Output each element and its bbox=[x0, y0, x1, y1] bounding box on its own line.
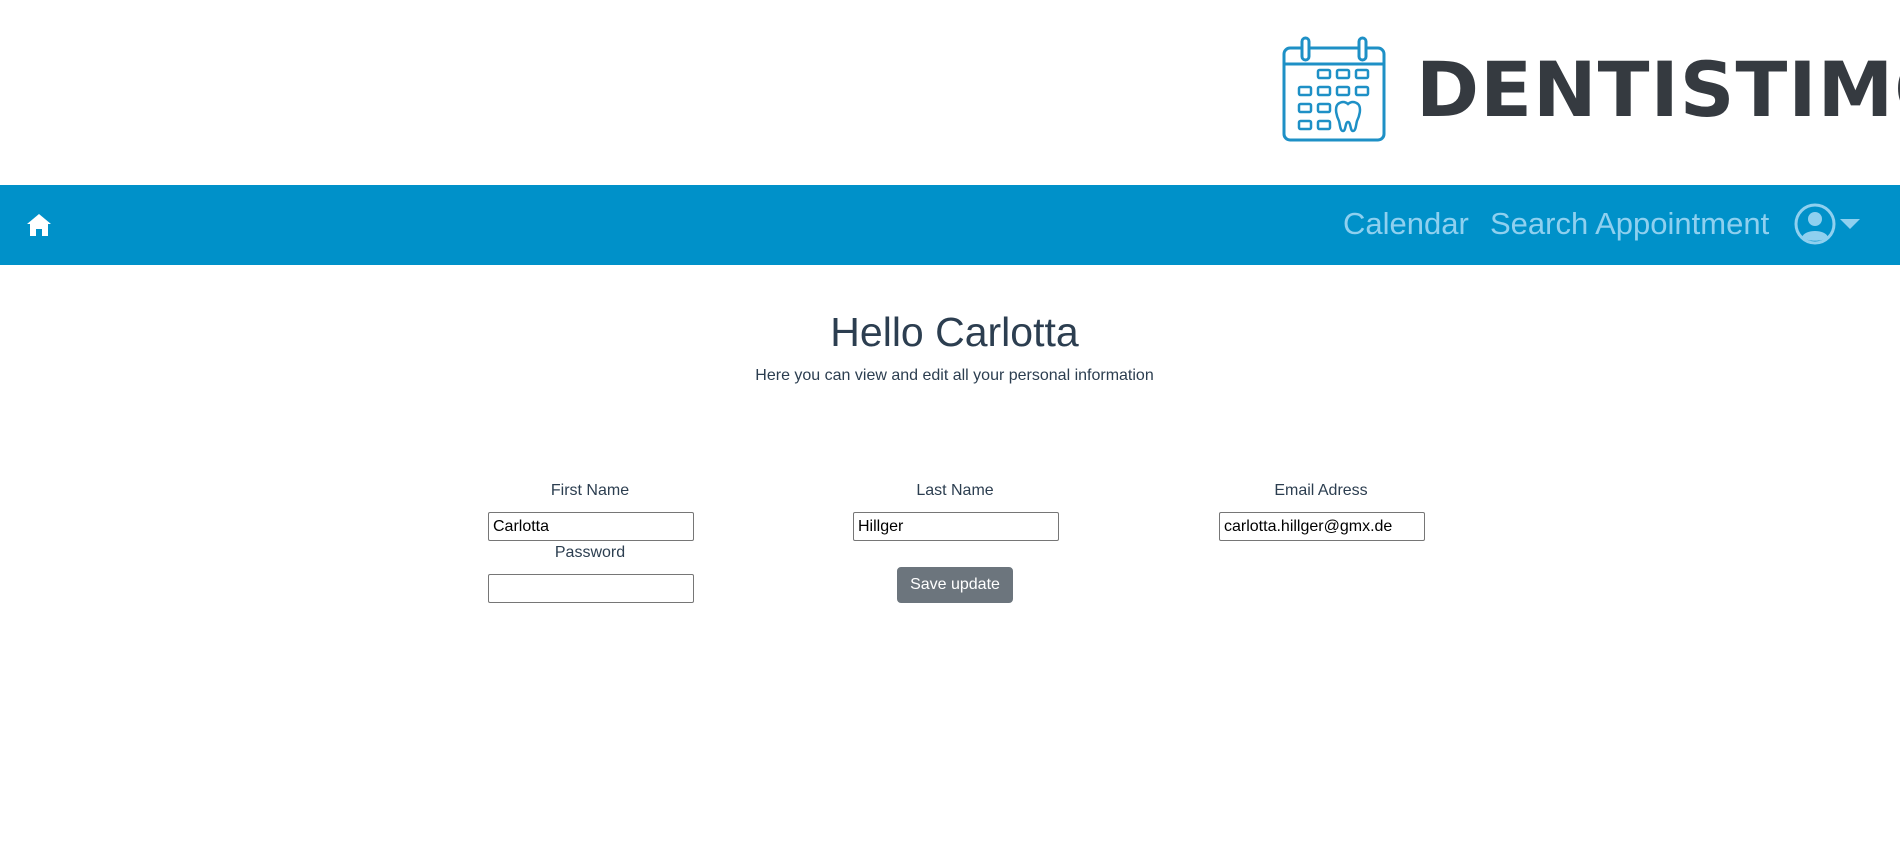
nav-link-search-appointment[interactable]: Search Appointment bbox=[1490, 205, 1769, 244]
home-icon[interactable] bbox=[26, 213, 52, 237]
dentistimo-logo[interactable]: DENTISTIMO bbox=[1280, 36, 1900, 144]
password-label: Password bbox=[554, 544, 626, 561]
caret-down-icon bbox=[1840, 219, 1860, 229]
calendar-tooth-icon bbox=[1282, 36, 1386, 142]
last-name-label: Last Name bbox=[916, 482, 994, 499]
nav-link-calendar[interactable]: Calendar bbox=[1343, 205, 1469, 244]
brand-wordmark: DENTISTIMO bbox=[1416, 45, 1900, 134]
first-name-label: First Name bbox=[550, 482, 630, 499]
save-update-button[interactable]: Save update bbox=[897, 567, 1013, 603]
page-title: Hello Carlotta bbox=[830, 309, 1079, 355]
user-circle-icon bbox=[1794, 203, 1836, 245]
email-label: Email Adress bbox=[1274, 482, 1368, 499]
user-menu-toggle[interactable] bbox=[1794, 203, 1860, 245]
first-name-input[interactable] bbox=[488, 512, 694, 541]
header: DENTISTIMO bbox=[0, 0, 1900, 185]
password-input[interactable] bbox=[488, 574, 694, 603]
email-input[interactable] bbox=[1219, 512, 1425, 541]
last-name-input[interactable] bbox=[853, 512, 1059, 541]
navbar: Calendar Search Appointment bbox=[0, 185, 1900, 265]
page-subtitle: Here you can view and edit all your pers… bbox=[755, 367, 1154, 384]
